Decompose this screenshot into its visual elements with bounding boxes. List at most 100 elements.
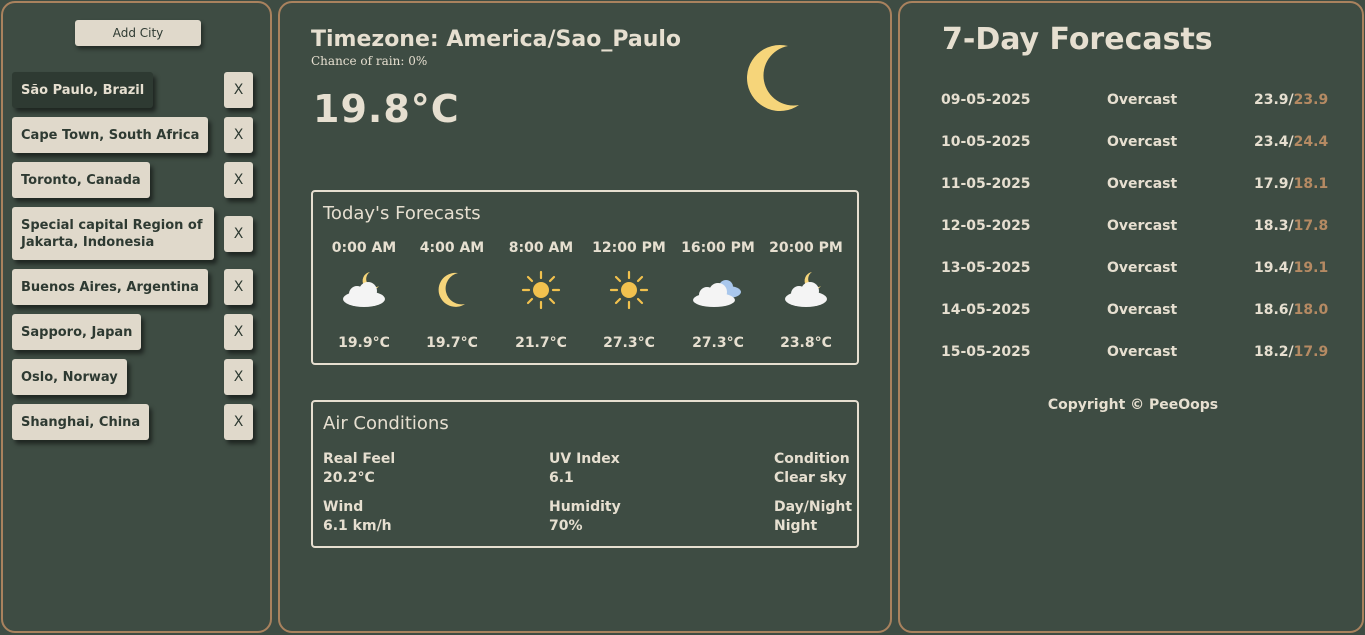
forecast-condition: Overcast: [1107, 92, 1178, 108]
forecast-temps: 18.2/17.9: [1254, 344, 1328, 360]
condition-label: Condition: [774, 451, 850, 467]
forecast-condition: Overcast: [1107, 218, 1178, 234]
forecast-temps: 19.4/19.1: [1254, 260, 1328, 276]
add-city-button[interactable]: Add City: [75, 20, 201, 46]
forecast-low: 17.8: [1293, 218, 1329, 234]
forecast-low: 19.1: [1293, 260, 1329, 276]
remove-city-button[interactable]: X: [224, 117, 253, 153]
clouds-icon: [674, 270, 762, 310]
forecast-high: 17.9/: [1254, 176, 1294, 192]
forecast-temps: 23.4/24.4: [1254, 134, 1328, 150]
forecast-date: 13-05-2025: [941, 260, 1031, 276]
humidity-label: Humidity: [549, 499, 621, 515]
remove-city-button[interactable]: X: [224, 359, 253, 395]
remove-city-button[interactable]: X: [224, 314, 253, 350]
forecast-date: 15-05-2025: [941, 344, 1031, 360]
air-conditions-title: Air Conditions: [323, 413, 449, 434]
hour-time: 12:00 PM: [592, 240, 666, 256]
forecast-temps: 18.3/17.8: [1254, 218, 1328, 234]
remove-city-button[interactable]: X: [224, 216, 253, 252]
remove-city-button[interactable]: X: [224, 162, 253, 198]
city-item-cape-town[interactable]: Cape Town, South Africa: [12, 117, 209, 153]
hour-time: 16:00 PM: [681, 240, 755, 256]
uv-index-label: UV Index: [549, 451, 620, 467]
forecast-condition: Overcast: [1107, 260, 1178, 276]
hour-temperature: 19.9°C: [338, 335, 390, 351]
forecast-row: 13-05-2025 Overcast 19.4/19.1: [900, 260, 1365, 280]
forecast-temps: 17.9/18.1: [1254, 176, 1328, 192]
day-night-label: Day/Night: [774, 499, 853, 515]
condition-value: Clear sky: [774, 470, 847, 486]
forecast-date: 10-05-2025: [941, 134, 1031, 150]
forecast-high: 18.3/: [1254, 218, 1294, 234]
current-weather-panel: Timezone: America/Sao_Paulo Chance of ra…: [278, 1, 892, 633]
sun-icon: [585, 270, 673, 310]
sun-icon: [497, 270, 585, 310]
forecast-low: 23.9: [1293, 92, 1329, 108]
forecast-high: 23.4/: [1254, 134, 1294, 150]
seven-day-forecast-panel: 7-Day Forecasts 09-05-2025 Overcast 23.9…: [898, 1, 1364, 633]
air-conditions-box: Air Conditions Real Feel 20.2°C UV Index…: [311, 400, 859, 548]
forecast-high: 23.9/: [1254, 92, 1294, 108]
real-feel-value: 20.2°C: [323, 470, 375, 486]
forecast-temps: 18.6/18.0: [1254, 302, 1328, 318]
rain-chance: Chance of rain: 0%: [311, 54, 428, 68]
forecast-row: 11-05-2025 Overcast 17.9/18.1: [900, 176, 1365, 196]
city-item-sapporo[interactable]: Sapporo, Japan: [12, 314, 142, 350]
hour-time: 4:00 AM: [419, 240, 485, 256]
forecast-row: 12-05-2025 Overcast 18.3/17.8: [900, 218, 1365, 238]
forecast-low: 18.1: [1293, 176, 1329, 192]
forecast-date: 09-05-2025: [941, 92, 1031, 108]
forecast-condition: Overcast: [1107, 302, 1178, 318]
todays-forecast-title: Today's Forecasts: [323, 203, 481, 224]
wind-value: 6.1 km/h: [323, 518, 392, 534]
forecast-row: 14-05-2025 Overcast 18.6/18.0: [900, 302, 1365, 322]
hour-temperature: 21.7°C: [515, 335, 567, 351]
copyright-text: Copyright © PeeOops: [1047, 397, 1219, 413]
hour-temperature: 27.3°C: [603, 335, 655, 351]
remove-city-button[interactable]: X: [224, 72, 253, 108]
forecast-date: 12-05-2025: [941, 218, 1031, 234]
city-item-toronto[interactable]: Toronto, Canada: [12, 162, 150, 198]
city-item-sao-paulo[interactable]: São Paulo, Brazil: [12, 72, 154, 108]
forecast-temps: 23.9/23.9: [1254, 92, 1328, 108]
city-item-oslo[interactable]: Oslo, Norway: [12, 359, 127, 395]
forecast-condition: Overcast: [1107, 176, 1178, 192]
city-item-jakarta[interactable]: Special capital Region of Jakarta, Indon…: [12, 207, 214, 260]
city-item-shanghai[interactable]: Shanghai, China: [12, 404, 150, 440]
remove-city-button[interactable]: X: [224, 269, 253, 305]
forecast-date: 14-05-2025: [941, 302, 1031, 318]
forecast-low: 18.0: [1293, 302, 1329, 318]
forecast-high: 19.4/: [1254, 260, 1294, 276]
humidity-value: 70%: [549, 518, 583, 534]
cloud-moon-icon: [762, 270, 850, 310]
hour-temperature: 27.3°C: [692, 335, 744, 351]
forecast-row: 10-05-2025 Overcast 23.4/24.4: [900, 134, 1365, 154]
forecast-condition: Overcast: [1107, 134, 1178, 150]
seven-day-title: 7-Day Forecasts: [942, 22, 1213, 57]
hour-time: 8:00 AM: [508, 240, 574, 256]
crescent-moon-icon: [736, 39, 806, 119]
forecast-row: 09-05-2025 Overcast 23.9/23.9: [900, 92, 1365, 112]
wind-label: Wind: [323, 499, 364, 515]
crescent-moon-icon: [408, 270, 496, 310]
real-feel-label: Real Feel: [323, 451, 396, 467]
city-sidebar: Add City São Paulo, Brazil X Cape Town, …: [1, 1, 272, 633]
hour-time: 0:00 AM: [331, 240, 397, 256]
remove-city-button[interactable]: X: [224, 404, 253, 440]
timezone-title: Timezone: America/Sao_Paulo: [311, 27, 682, 52]
forecast-high: 18.2/: [1254, 344, 1294, 360]
forecast-date: 11-05-2025: [941, 176, 1031, 192]
uv-index-value: 6.1: [549, 470, 574, 486]
forecast-condition: Overcast: [1107, 344, 1178, 360]
city-item-buenos-aires[interactable]: Buenos Aires, Argentina: [12, 269, 208, 305]
current-temperature: 19.8°C: [313, 87, 460, 131]
forecast-low: 24.4: [1293, 134, 1329, 150]
forecast-row: 15-05-2025 Overcast 18.2/17.9: [900, 344, 1365, 364]
forecast-high: 18.6/: [1254, 302, 1294, 318]
hour-temperature: 23.8°C: [780, 335, 832, 351]
hour-time: 20:00 PM: [769, 240, 843, 256]
hour-temperature: 19.7°C: [426, 335, 478, 351]
forecast-low: 17.9: [1293, 344, 1329, 360]
cloud-moon-icon: [320, 270, 408, 310]
